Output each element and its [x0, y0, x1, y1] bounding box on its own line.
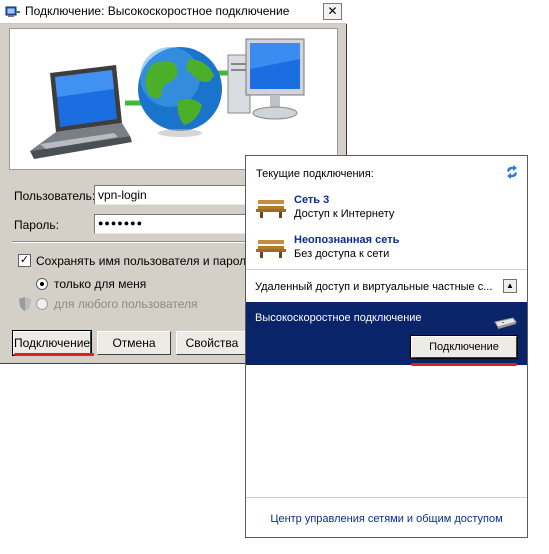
bench-network-icon [256, 240, 286, 258]
username-label: Пользователь: [14, 189, 96, 203]
network-center-link[interactable]: Центр управления сетями и общим доступом [246, 513, 527, 525]
cancel-button[interactable]: Отмена [97, 331, 171, 355]
connection-banner [9, 28, 338, 170]
chevron-up-icon: ▲ [506, 281, 514, 290]
flyout-footer: Центр управления сетями и общим доступом [246, 497, 527, 537]
network-connections-flyout: Текущие подключения: Сеть 3 Доступ к Инт… [245, 155, 528, 538]
close-button[interactable]: ✕ [323, 3, 342, 20]
separator [246, 269, 527, 270]
network-name[interactable]: Сеть 3 [294, 194, 329, 206]
laptop-icon [30, 65, 132, 159]
username-field[interactable]: vpn-login [94, 185, 254, 205]
highlight-underline [14, 353, 94, 356]
radio-only-me[interactable] [36, 278, 48, 290]
dialup-icon [5, 6, 20, 17]
selected-connection[interactable]: Высокоскоростное подключение Подключение [246, 302, 527, 365]
close-icon: ✕ [327, 4, 338, 18]
radio-only-me-label[interactable]: только для меня [54, 277, 146, 291]
bench-network-icon [256, 200, 286, 218]
flyout-connect-button[interactable]: Подключение [410, 335, 518, 359]
current-connections-heading: Текущие подключения: [256, 168, 374, 180]
refresh-icon[interactable] [504, 164, 520, 180]
properties-button[interactable]: Свойства [176, 331, 248, 355]
network-name[interactable]: Неопознанная сеть [294, 234, 399, 246]
radio-any-user-label[interactable]: для любого пользователя [54, 297, 198, 311]
password-field[interactable]: ●●●●●●● [94, 214, 254, 234]
modem-icon [494, 317, 517, 329]
network-status: Доступ к Интернету [294, 208, 395, 220]
banner-illustration [30, 38, 305, 159]
shield-icon [19, 297, 31, 311]
desktop-pc-icon [227, 38, 305, 120]
collapse-button[interactable]: ▲ [503, 279, 517, 293]
highlight-underline [411, 363, 517, 366]
network-status: Без доступа к сети [294, 248, 390, 260]
save-credentials-checkbox[interactable]: ✓ [18, 254, 31, 267]
connect-button[interactable]: Подключение [12, 330, 92, 356]
connection-name: Высокоскоростное подключение [255, 312, 422, 324]
vpn-section-label[interactable]: Удаленный доступ и виртуальные частные с… [255, 281, 499, 293]
dialog-title: Подключение: Высокоскоростное подключени… [25, 4, 290, 18]
password-label: Пароль: [14, 218, 59, 232]
radio-any-user[interactable] [36, 298, 48, 310]
title-bar[interactable]: Подключение: Высокоскоростное подключени… [0, 0, 347, 24]
globe-icon [138, 47, 222, 137]
save-credentials-label[interactable]: Сохранять имя пользователя и пароль: [36, 254, 256, 268]
